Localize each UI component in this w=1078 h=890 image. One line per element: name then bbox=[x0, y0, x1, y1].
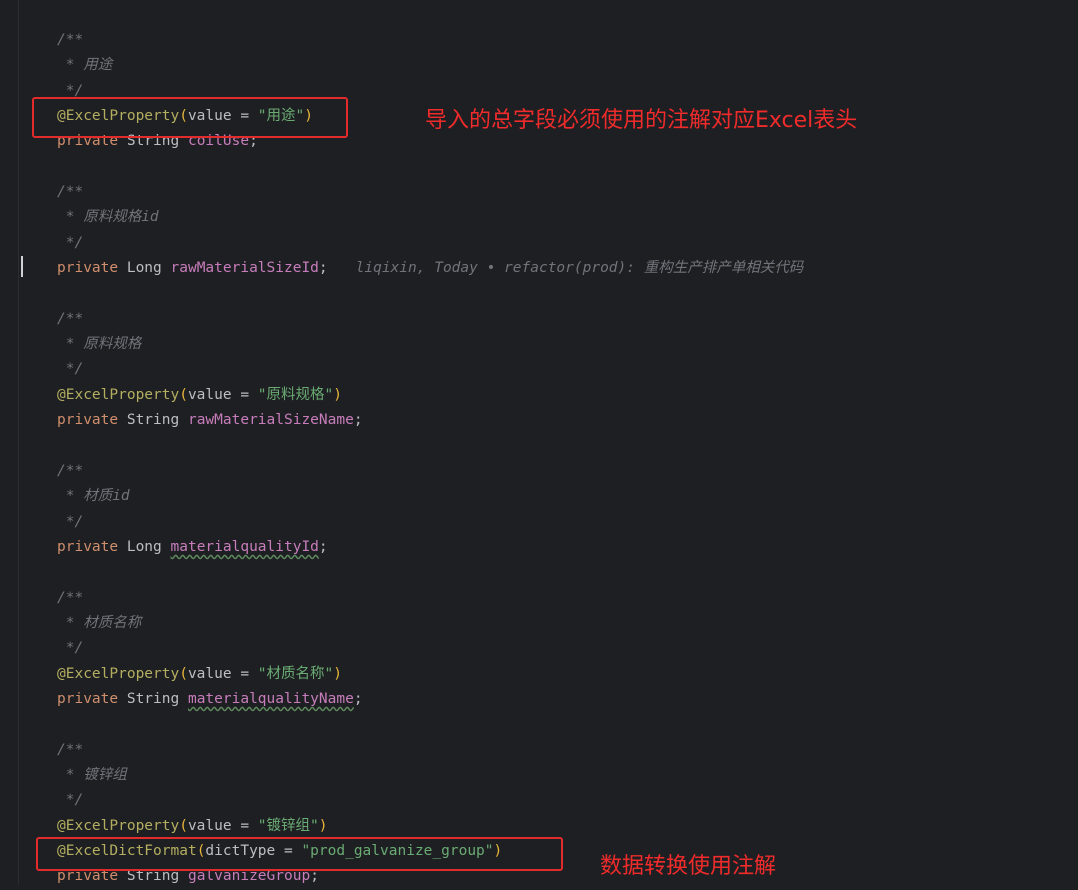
doc-comment-line: * 材质名称 bbox=[57, 614, 142, 631]
excel-property-highlight-box bbox=[32, 97, 348, 138]
doc-comment-close: */ bbox=[57, 361, 84, 378]
doc-comment-line: * 材质id bbox=[57, 488, 130, 505]
doc-comment-line: * 用途 bbox=[57, 57, 113, 74]
annotation-line: @ExcelProperty(value = "镀锌组") bbox=[57, 817, 328, 834]
field-declaration: private String rawMaterialSizeName; bbox=[57, 412, 363, 429]
code-editor[interactable]: /** * 用途 */ @ExcelProperty(value = "用途")… bbox=[0, 0, 1078, 885]
doc-comment-open: /** bbox=[57, 589, 84, 606]
field-declaration: private Long materialqualityId; bbox=[57, 538, 328, 555]
doc-comment-open: /** bbox=[57, 462, 84, 479]
dict-format-highlight-box bbox=[36, 837, 563, 871]
dict-format-note: 数据转换使用注解 bbox=[600, 854, 777, 879]
annotation-line: @ExcelProperty(value = "材质名称") bbox=[57, 665, 342, 682]
field-declaration: private String materialqualityName; bbox=[57, 690, 363, 707]
doc-comment-open: /** bbox=[57, 32, 84, 48]
doc-comment-line: * 原料规格 bbox=[57, 336, 142, 353]
field-declaration: private Long rawMaterialSizeId; liqixin, … bbox=[57, 260, 804, 277]
doc-comment-close: */ bbox=[57, 792, 84, 809]
doc-comment-line: * 镀锌组 bbox=[57, 766, 127, 783]
git-blame-annotation[interactable]: liqixin, Today • refactor(prod): 重构生产排产单… bbox=[356, 260, 804, 276]
gutter-divider bbox=[18, 0, 19, 885]
doc-comment-close: */ bbox=[57, 234, 84, 251]
annotation-line: @ExcelProperty(value = "原料规格") bbox=[57, 386, 342, 403]
doc-comment-open: /** bbox=[57, 310, 84, 327]
excel-property-note: 导入的总字段必须使用的注解对应Excel表头 bbox=[425, 108, 858, 133]
doc-comment-close: */ bbox=[57, 513, 84, 530]
doc-comment-open: /** bbox=[57, 184, 84, 201]
doc-comment-line: * 原料规格id bbox=[57, 209, 159, 226]
code-content[interactable]: /** * 用途 */ @ExcelProperty(value = "用途")… bbox=[57, 28, 803, 890]
doc-comment-open: /** bbox=[57, 741, 84, 758]
doc-comment-close: */ bbox=[57, 640, 84, 657]
text-caret bbox=[21, 256, 23, 277]
